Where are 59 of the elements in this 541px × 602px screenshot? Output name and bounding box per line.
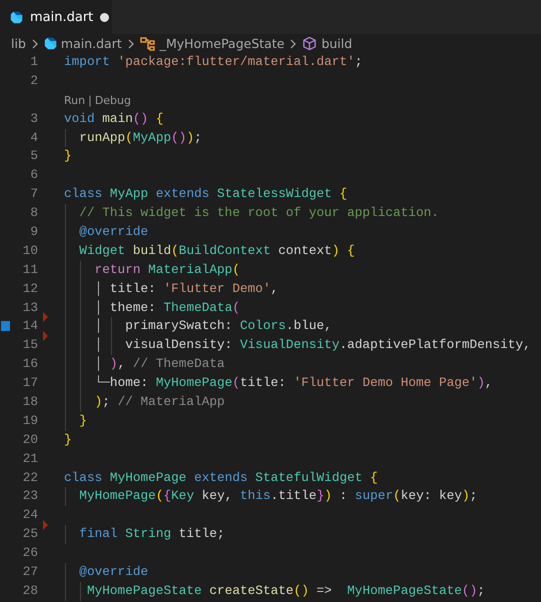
breadcrumb-item[interactable]: build — [321, 36, 352, 51]
line-number: 13 — [22, 298, 38, 317]
code-line: │ title: 'Flutter Demo', — [64, 280, 278, 299]
breadcrumb-item[interactable]: _MyHomePageState — [160, 36, 284, 51]
code-line: │ theme: ThemeData( — [64, 298, 240, 318]
line-number: 10 — [22, 242, 38, 260]
codelens-link[interactable]: Debug — [94, 94, 131, 107]
line-number: 20 — [22, 430, 38, 449]
line-number: 5 — [29, 147, 38, 166]
line-number: 28 — [22, 582, 38, 600]
code-line: return MaterialApp( — [64, 260, 240, 280]
code-line: } — [64, 147, 72, 166]
code-line: } — [64, 430, 72, 449]
line-number: 3 — [29, 110, 38, 128]
line-number: 21 — [22, 450, 38, 468]
code-line: } — [64, 412, 87, 431]
line-number: 24 — [22, 506, 38, 524]
line-number: 25 — [22, 525, 38, 544]
line-number: 23 — [22, 487, 38, 506]
code-line: @override — [64, 563, 148, 582]
code-line: class MyApp extends StatelessWidget { — [64, 185, 348, 204]
line-number: 26 — [22, 544, 38, 562]
codelens-link[interactable]: Run — [64, 94, 86, 107]
line-number: 22 — [22, 468, 38, 487]
code-line: ); // MaterialApp — [64, 393, 225, 412]
line-number: 4 — [29, 128, 38, 147]
line-number: 19 — [22, 412, 38, 430]
line-number: 11 — [22, 260, 38, 279]
line-number: 9 — [29, 223, 38, 242]
breadcrumb-item[interactable]: lib — [11, 36, 26, 51]
code-line: └─home: MyHomePage(title: 'Flutter Demo Home Page'), — [64, 374, 493, 394]
code-line: Widget build(BuildContext context) { — [64, 242, 355, 261]
code-line: │ primarySwatch: Colors.blue, — [64, 317, 332, 336]
line-number: 14 — [22, 317, 38, 336]
code-line: runApp(MyApp()); — [64, 128, 202, 148]
code-line: @override — [64, 223, 148, 242]
code-line: // This widget is the root of your application. — [64, 204, 439, 224]
line-number: 6 — [29, 166, 38, 184]
editor-tab[interactable]: main.dart — [0, 0, 112, 34]
code-line: │ visualDensity: VisualDensity.adaptivePlatformDensity, — [64, 336, 531, 356]
line-number: 1 — [29, 53, 38, 71]
line-number: 7 — [29, 185, 38, 204]
line-number: 17 — [22, 374, 38, 392]
breadcrumb-item[interactable]: main.dart — [60, 36, 122, 51]
code-line: MyHomePageState createState() => MyHomePageState(); — [64, 582, 485, 601]
separator: | — [88, 94, 92, 107]
line-number: 15 — [22, 336, 38, 354]
code-line: import 'package:flutter/material.dart'; — [64, 53, 362, 71]
code-line: class MyHomePage extends StatefulWidget { — [64, 468, 378, 487]
code-line: void main() { — [64, 110, 164, 128]
line-number: 8 — [29, 204, 38, 222]
line-number: 12 — [22, 280, 38, 298]
line-number: 27 — [22, 563, 38, 582]
code-line: final String title; — [64, 525, 225, 544]
line-number: 18 — [22, 393, 38, 412]
code-line: MyHomePage({Key key, this.title}) : super(key: key); — [64, 487, 478, 506]
code-line: │ ), // ThemeData — [64, 355, 225, 374]
line-number: 16 — [22, 355, 38, 374]
line-number: 2 — [29, 72, 38, 90]
